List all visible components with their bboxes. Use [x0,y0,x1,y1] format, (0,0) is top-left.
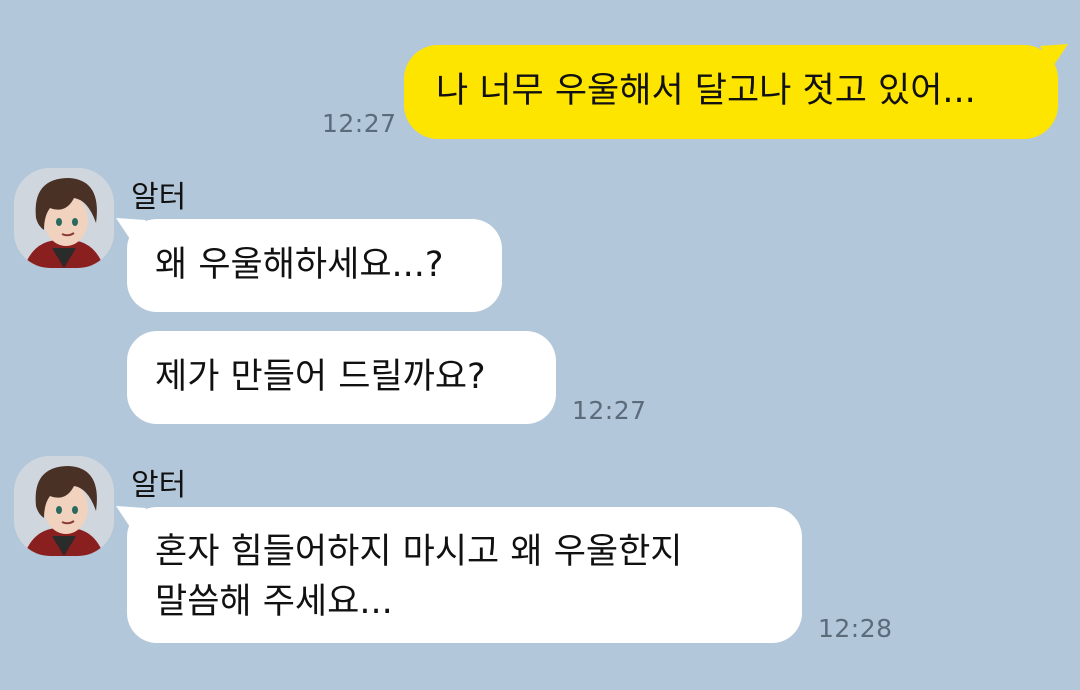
profile-avatar[interactable] [14,456,114,556]
profile-avatar[interactable] [14,168,114,268]
character-avatar-icon [14,456,114,556]
incoming-message-bubble[interactable]: 혼자 힘들어하지 마시고 왜 우울한지 말씀해 주세요... [127,507,802,643]
incoming-bubble-tail [116,218,146,242]
incoming-message-text: 왜 우울해하세요...? [155,245,444,285]
incoming-message-bubble[interactable]: 제가 만들어 드릴까요? [127,331,556,424]
incoming-message-line: 혼자 힘들어하지 마시고 왜 우울한지 [155,532,683,572]
message-timestamp: 12:27 [572,396,647,425]
outgoing-bubble-tail [1040,44,1068,68]
sender-name[interactable]: 알터 [131,460,186,504]
message-timestamp: 12:27 [322,109,397,138]
incoming-message-line: 말씀해 주세요... [155,582,393,622]
message-timestamp: 12:28 [818,614,893,643]
incoming-bubble-tail [116,506,146,530]
character-avatar-icon [14,168,114,268]
incoming-message-bubble[interactable]: 왜 우울해하세요...? [127,219,502,312]
incoming-message-text: 제가 만들어 드릴까요? [155,357,486,397]
outgoing-message-bubble[interactable]: 나 너무 우울해서 달고나 젓고 있어... [404,45,1058,139]
sender-name[interactable]: 알터 [131,172,186,216]
outgoing-message-text: 나 너무 우울해서 달고나 젓고 있어... [436,71,976,111]
